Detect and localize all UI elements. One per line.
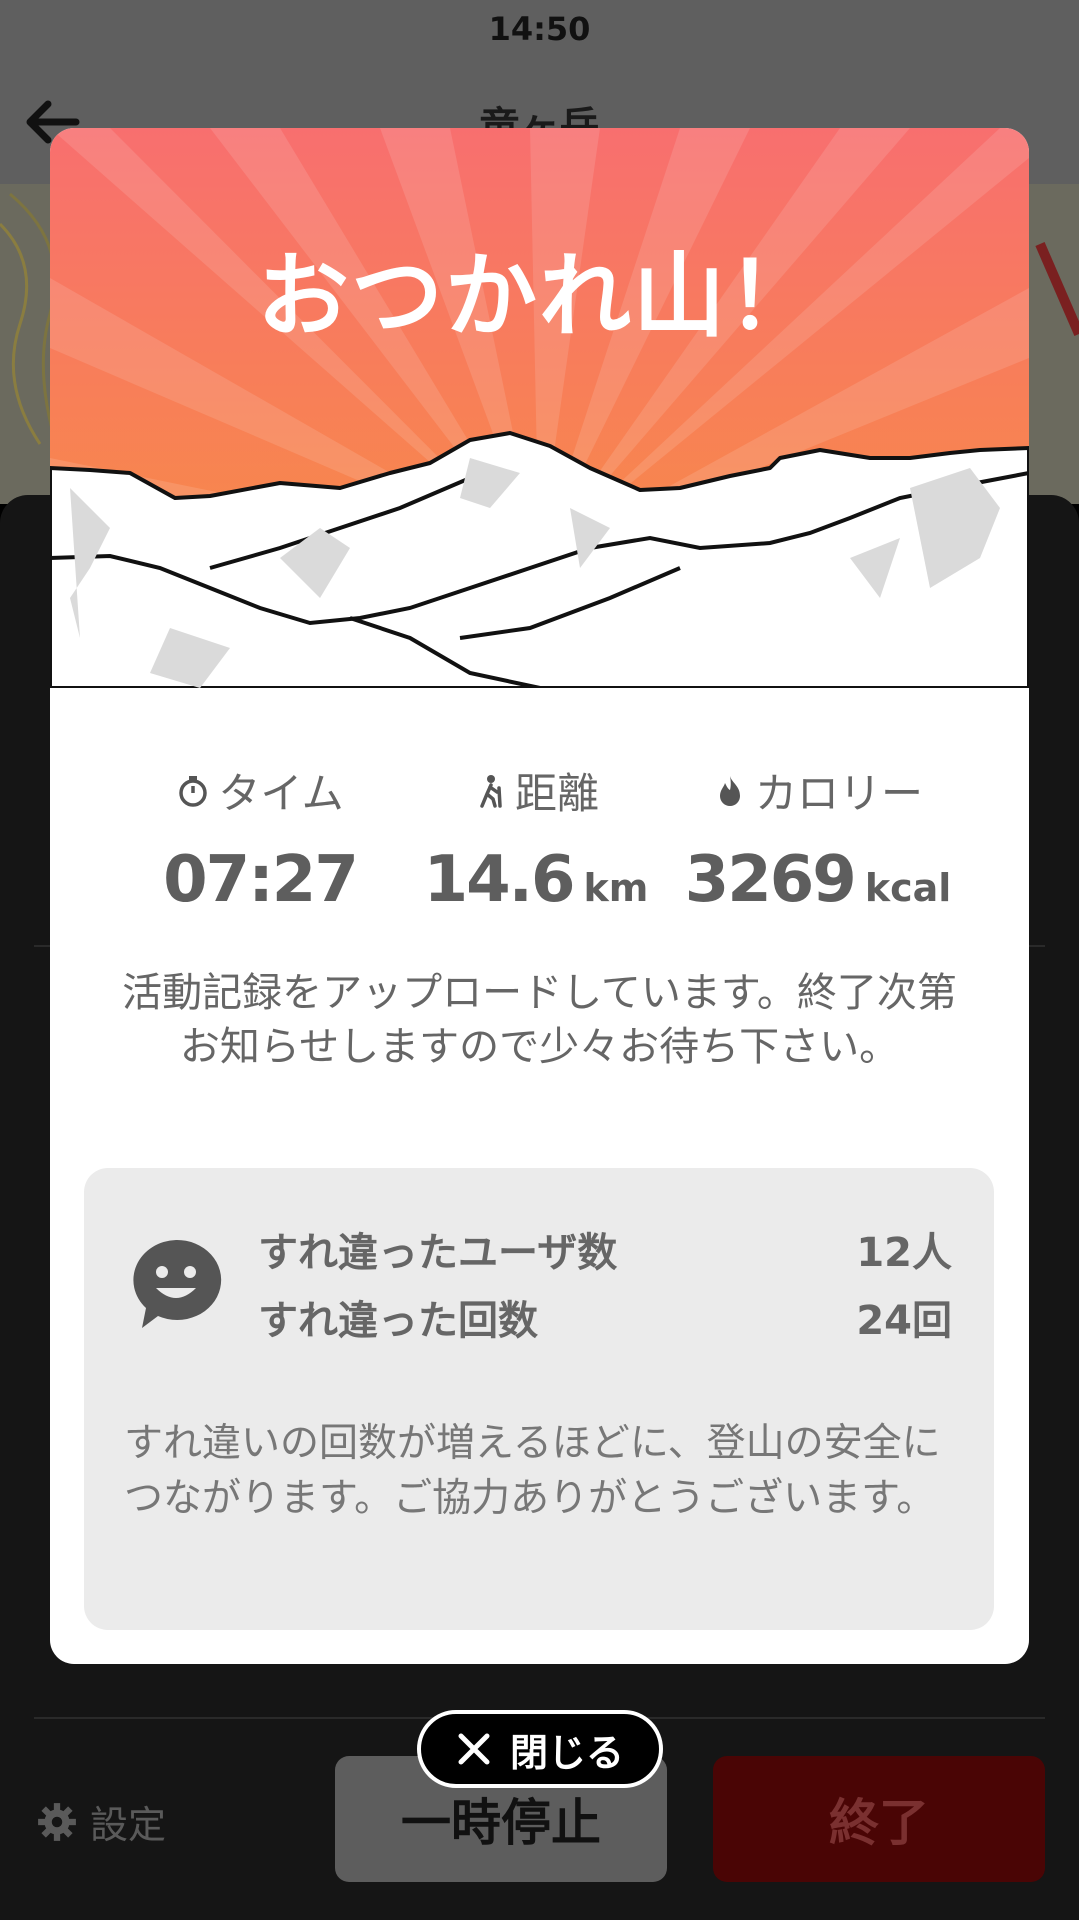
encounter-value: 24回 [856, 1298, 952, 1344]
hiker-icon [480, 774, 502, 808]
stat-label: タイム [218, 769, 344, 818]
stat-time: タイム 07:27 [110, 760, 410, 917]
encounter-panel: すれ違ったユーザ数 12人 すれ違った回数 24回 すれ違いの回数が増えるほどに… [84, 1168, 994, 1630]
stat-calories: カロリー 3269 kcal [668, 760, 968, 917]
gear-icon [38, 1802, 76, 1841]
close-icon [458, 1733, 490, 1765]
encounter-users-row: すれ違ったユーザ数 12人 [258, 1220, 952, 1278]
stat-unit: kcal [864, 866, 952, 910]
stat-unit: km [583, 866, 649, 910]
smiley-chat-icon [133, 1239, 222, 1328]
mountain-banner-illustration: おつかれ山！ [50, 128, 1029, 688]
close-label: 閉じる [509, 1730, 624, 1775]
modal-title: おつかれ山！ [257, 243, 821, 350]
encounter-note: すれ違いの回数が増えるほどに、登山の安全につながります。ご協力ありがとうございま… [124, 1421, 941, 1521]
encounter-label: すれ違ったユーザ数 [258, 1230, 618, 1276]
settings-button[interactable]: 設定 [36, 1794, 166, 1849]
stat-distance: 距離 14.6 km [386, 760, 686, 917]
status-time: 14:50 [488, 10, 591, 48]
encounter-count-row: すれ違った回数 24回 [258, 1288, 952, 1346]
status-bar: 14:50 [0, 0, 1079, 60]
close-button[interactable]: 閉じる [417, 1710, 663, 1788]
upload-message: 活動記録をアップロードしています。終了次第お知らせしますので少々お待ち下さい。 [122, 970, 957, 1070]
stat-value: 3269 [684, 843, 857, 917]
stopwatch-icon [179, 775, 208, 807]
end-button[interactable]: 終了 [713, 1756, 1045, 1882]
encounter-value: 12人 [856, 1230, 952, 1276]
encounter-label: すれ違った回数 [258, 1298, 538, 1344]
flame-icon [719, 775, 740, 806]
stat-label: カロリー [754, 769, 923, 818]
stat-value: 14.6 [423, 843, 576, 917]
stat-label: 距離 [514, 769, 599, 818]
stat-value: 07:27 [163, 843, 359, 917]
completion-modal: おつかれ山！ タイム 07:27 距離 14.6 km カロリー 3269 kc… [50, 128, 1029, 1664]
settings-label: 設定 [90, 1803, 167, 1847]
